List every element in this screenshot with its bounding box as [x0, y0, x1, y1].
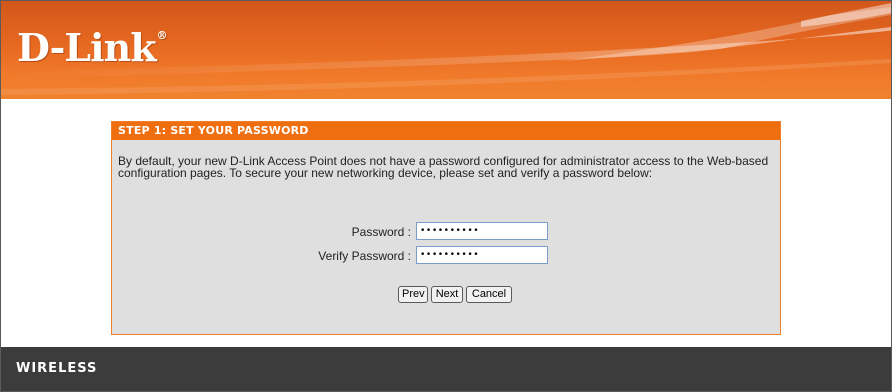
- content-area: STEP 1: SET YOUR PASSWORD By default, yo…: [1, 99, 891, 347]
- prev-button[interactable]: Prev: [398, 286, 428, 303]
- registered-mark: ®: [156, 29, 168, 42]
- password-label: Password :: [351, 225, 411, 239]
- setup-wizard-page: D-Link® STEP 1: SET YOUR PASSWORD By def…: [0, 0, 892, 392]
- wizard-step-panel: STEP 1: SET YOUR PASSWORD By default, yo…: [111, 121, 781, 335]
- step-description: By default, your new D-Link Access Point…: [118, 154, 769, 180]
- footer-wireless-label: WIRELESS: [16, 361, 98, 376]
- logo-text: D-Link: [17, 25, 157, 70]
- step-title: STEP 1: SET YOUR PASSWORD: [112, 122, 780, 140]
- footer-bar: WIRELESS: [1, 347, 891, 391]
- cancel-button[interactable]: Cancel: [466, 286, 512, 303]
- dlink-logo: D-Link®: [17, 25, 168, 70]
- next-button[interactable]: Next: [431, 286, 463, 303]
- password-row: Password :: [112, 222, 780, 242]
- verify-password-field[interactable]: [416, 246, 548, 264]
- verify-password-label: Verify Password :: [318, 249, 411, 263]
- verify-password-row: Verify Password :: [112, 246, 780, 266]
- header-banner: D-Link®: [1, 1, 891, 99]
- password-field[interactable]: [416, 222, 548, 240]
